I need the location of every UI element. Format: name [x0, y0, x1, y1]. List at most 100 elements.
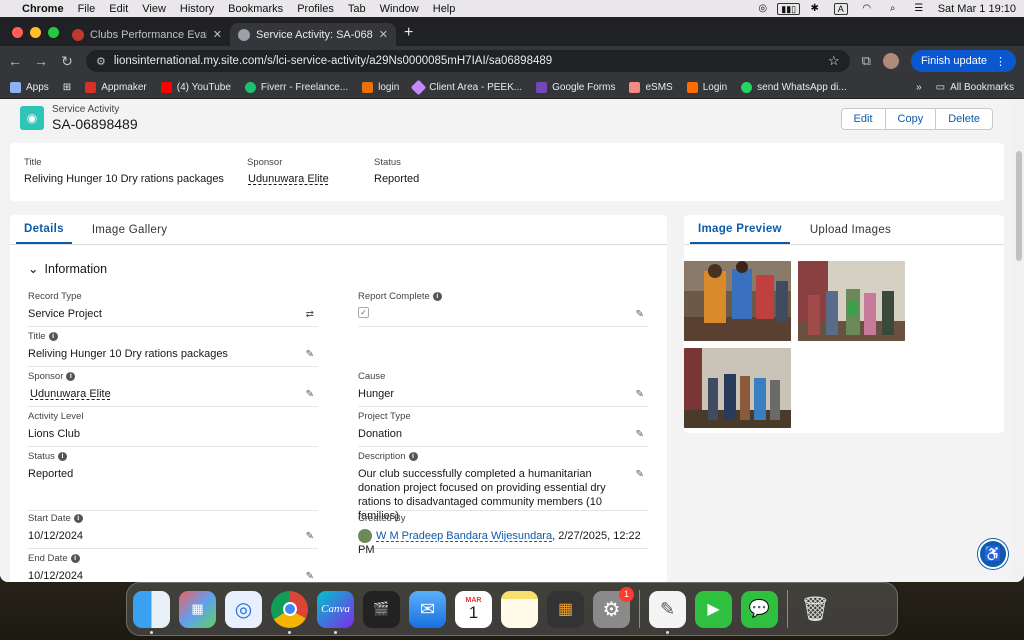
textedit-app-icon[interactable]: ✎ [649, 590, 686, 634]
safari-app-icon[interactable]: ◎ [225, 590, 262, 628]
bookmark-client-area[interactable]: Client Area - PEEK... [411, 79, 522, 95]
finder-app-icon[interactable] [133, 590, 170, 634]
highlight-status-value: Reported [374, 173, 420, 185]
close-window-button[interactable] [12, 27, 23, 38]
accessibility-icon[interactable]: ♿ [978, 539, 1008, 569]
menu-app[interactable]: Chrome [22, 3, 64, 15]
menu-history[interactable]: History [180, 3, 214, 15]
edit-pencil-icon[interactable]: ✎ [306, 389, 314, 400]
info-icon[interactable]: i [408, 452, 418, 461]
edit-button[interactable]: Edit [841, 109, 886, 129]
menu-tab[interactable]: Tab [348, 3, 366, 15]
bookmark-whatsapp[interactable]: send WhatsApp di... [741, 81, 847, 93]
info-icon[interactable]: i [66, 372, 76, 381]
edit-pencil-icon[interactable]: ✎ [306, 349, 314, 360]
menu-profiles[interactable]: Profiles [297, 3, 334, 15]
notes-app-icon[interactable] [501, 590, 538, 628]
creator-link[interactable]: W M Pradeep Bandara Wijesundara [376, 530, 552, 542]
messages-app-icon[interactable]: 💬 [741, 590, 778, 628]
copy-button[interactable]: Copy [885, 109, 937, 129]
battery-icon[interactable]: ▮▮▯ [777, 2, 801, 15]
menu-help[interactable]: Help [433, 3, 456, 15]
info-icon[interactable]: i [48, 332, 58, 341]
final-cut-app-icon[interactable]: 🎬 [363, 590, 400, 628]
launchpad-app-icon[interactable]: ▦ [179, 590, 216, 628]
finish-update-button[interactable]: Finish update ⋮ [910, 50, 1016, 72]
site-info-icon[interactable]: ⚙ [96, 55, 106, 68]
all-bookmarks[interactable]: ▭ All Bookmarks [936, 82, 1014, 93]
tab-image-gallery[interactable]: Image Gallery [84, 215, 175, 244]
edit-pencil-icon[interactable]: ✎ [636, 429, 644, 440]
bookmark-apps[interactable]: Apps [10, 81, 49, 93]
menu-window[interactable]: Window [380, 3, 419, 15]
bookmark-star-icon[interactable]: ☆ [828, 53, 840, 69]
sponsor-link[interactable]: Udunuwara Elite [30, 387, 318, 401]
edit-pencil-icon[interactable]: ✎ [636, 309, 644, 320]
edit-pencil-icon[interactable]: ✎ [306, 531, 314, 542]
tab-details[interactable]: Details [16, 215, 72, 244]
gallery-photo[interactable] [798, 261, 905, 341]
creative-cloud-icon[interactable]: ◎ [756, 3, 770, 14]
forward-icon[interactable]: → [34, 53, 48, 69]
bookmark-fiverr[interactable]: Fiverr - Freelance... [244, 81, 349, 93]
reload-icon[interactable]: ↻ [60, 53, 74, 70]
menubar-clock[interactable]: Sat Mar 1 19:10 [938, 3, 1016, 15]
info-icon[interactable]: i [432, 292, 442, 301]
address-bar[interactable]: ⚙ lionsinternational.my.site.com/s/lci-s… [86, 50, 850, 72]
wifi-icon[interactable]: ◠ [860, 3, 874, 14]
close-tab-icon[interactable]: ✕ [213, 28, 222, 41]
extensions-icon[interactable]: ⧉ [862, 53, 871, 69]
menu-edit[interactable]: Edit [109, 3, 128, 15]
info-icon[interactable]: i [57, 452, 67, 461]
profile-avatar[interactable] [882, 53, 899, 69]
bookmark-login-2[interactable]: Login [686, 81, 727, 93]
change-record-type-icon[interactable]: ⇄ [306, 309, 314, 320]
gallery-photo[interactable] [684, 348, 791, 428]
new-tab-icon[interactable]: + [404, 24, 413, 42]
bookmark-tab-groups[interactable]: ⊞ [63, 82, 71, 93]
information-section-toggle[interactable]: ⌄ Information [28, 261, 107, 277]
mail-app-icon[interactable]: ✉ [409, 590, 446, 628]
delete-button[interactable]: Delete [936, 109, 992, 129]
chrome-app-icon[interactable] [271, 590, 308, 634]
trash-icon[interactable]: 🗑 [797, 591, 834, 628]
close-tab-icon[interactable]: ✕ [379, 28, 388, 41]
menu-view[interactable]: View [142, 3, 166, 15]
info-icon[interactable]: i [70, 554, 80, 563]
edit-pencil-icon[interactable]: ✎ [636, 469, 644, 480]
tab-image-preview[interactable]: Image Preview [690, 215, 790, 244]
back-icon[interactable]: ← [8, 53, 22, 69]
zoom-window-button[interactable] [48, 27, 59, 38]
bookmark-login[interactable]: login [362, 81, 399, 93]
calendar-app-icon[interactable]: MAR 1 [455, 590, 492, 628]
bookmark-youtube[interactable]: (4) YouTube [160, 81, 231, 93]
system-settings-app-icon[interactable]: ⚙ 1 [593, 586, 634, 628]
bookmark-label: Fiverr - Freelance... [260, 81, 349, 93]
scrollbar-thumb[interactable] [1016, 151, 1022, 261]
gallery-photo[interactable] [684, 261, 791, 341]
edit-pencil-icon[interactable]: ✎ [636, 389, 644, 400]
edit-pencil-icon[interactable]: ✎ [306, 571, 314, 582]
more-bookmarks-icon[interactable]: » [916, 82, 922, 93]
minimize-window-button[interactable] [30, 27, 41, 38]
menu-file[interactable]: File [78, 3, 96, 15]
spotlight-search-icon[interactable]: ⌕ [886, 3, 900, 14]
menu-bookmarks[interactable]: Bookmarks [228, 3, 283, 15]
highlight-sponsor-link[interactable]: Udunuwara Elite [248, 173, 329, 185]
page-scrollbar[interactable] [1014, 99, 1024, 582]
facetime-app-icon[interactable]: ▶ [695, 590, 732, 628]
bluetooth-icon[interactable]: ✱ [808, 3, 822, 14]
info-icon[interactable]: i [73, 514, 83, 523]
control-center-icon[interactable]: ☰ [912, 3, 926, 14]
tab-clubs-performance[interactable]: Clubs Performance Evaluation ✕ [64, 23, 230, 46]
highlight-title-value: Reliving Hunger 10 Dry rations packages [24, 173, 224, 185]
tab-upload-images[interactable]: Upload Images [802, 215, 899, 244]
bookmark-esms[interactable]: eSMS [629, 81, 673, 93]
report-complete-checkbox[interactable]: ✓ [358, 307, 369, 318]
calculator-app-icon[interactable]: ▦ [547, 590, 584, 628]
input-source-icon[interactable]: A [833, 2, 848, 15]
bookmark-google-forms[interactable]: Google Forms [536, 81, 615, 93]
bookmark-appmaker[interactable]: Appmaker [85, 81, 147, 93]
tab-service-activity[interactable]: Service Activity: SA-068984 ✕ [230, 23, 396, 46]
canva-app-icon[interactable]: Canva [317, 590, 354, 634]
